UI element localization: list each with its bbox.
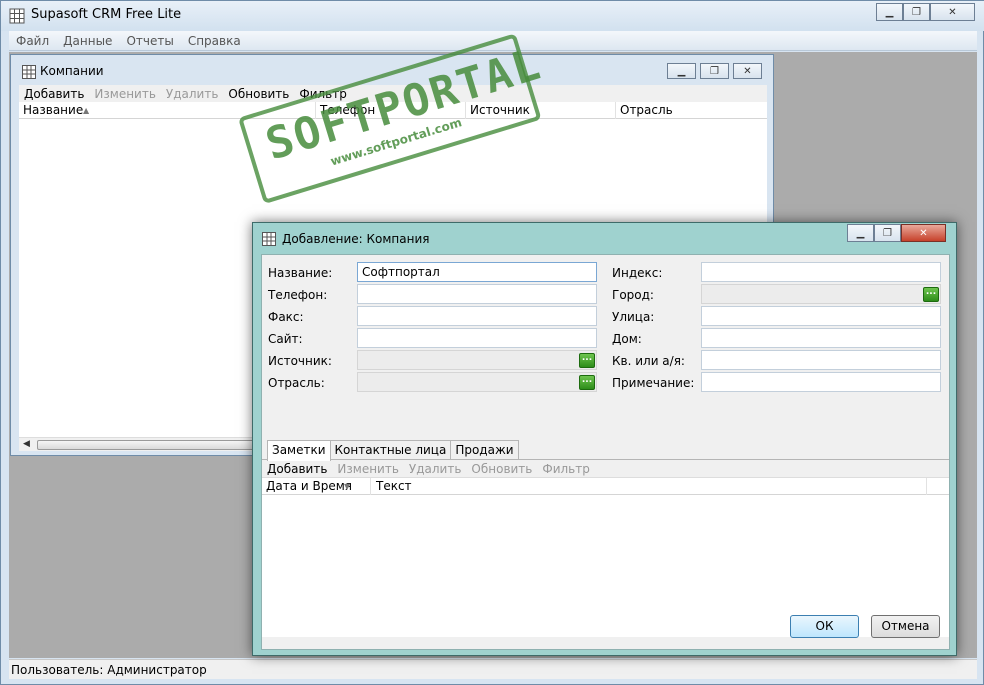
add-button[interactable]: Добавить: [19, 87, 89, 101]
industry-label: Отрасль:: [268, 376, 325, 390]
menu-file[interactable]: Файл: [9, 34, 56, 48]
industry-field[interactable]: [357, 372, 597, 392]
column-industry[interactable]: Отрасль: [620, 103, 673, 117]
industry-ellipsis-button[interactable]: ...: [579, 375, 595, 390]
menu-help[interactable]: Справка: [181, 34, 248, 48]
menu-data[interactable]: Данные: [56, 34, 119, 48]
scrollbar-thumb[interactable]: [37, 440, 267, 450]
dialog-minimize-button[interactable]: ▁: [847, 224, 874, 242]
dialog-title: Добавление: Компания: [282, 232, 430, 246]
companies-title: Компании: [40, 64, 104, 78]
minimize-icon: ▁: [885, 6, 894, 18]
name-label: Название:: [268, 266, 333, 280]
close-button[interactable]: ✕: [930, 3, 975, 21]
city-label: Город:: [612, 288, 654, 302]
dialog-close-button[interactable]: ✕: [901, 224, 946, 242]
tab-sales[interactable]: Продажи: [450, 440, 519, 460]
minimize-button[interactable]: ▁: [876, 3, 903, 21]
fax-field[interactable]: [357, 306, 597, 326]
note-field[interactable]: [701, 372, 941, 392]
site-field[interactable]: [357, 328, 597, 348]
notes-filter-button[interactable]: Фильтр: [537, 462, 594, 476]
app-title: Supasoft CRM Free Lite: [31, 7, 182, 22]
status-user: Пользователь: Администратор: [11, 663, 207, 677]
ok-button[interactable]: ОК: [790, 615, 859, 638]
tab-contacts[interactable]: Контактные лица: [329, 440, 452, 460]
column-text[interactable]: Текст: [376, 479, 412, 493]
phone-label: Телефон:: [268, 288, 328, 302]
apartment-field[interactable]: [701, 350, 941, 370]
street-label: Улица:: [612, 310, 655, 324]
companies-close-button[interactable]: ✕: [733, 63, 762, 79]
fax-label: Факс:: [268, 310, 304, 324]
delete-button[interactable]: Удалить: [161, 87, 224, 101]
grid-icon: [22, 65, 36, 79]
index-field[interactable]: [701, 262, 941, 282]
close-icon: ✕: [948, 6, 957, 18]
street-field[interactable]: [701, 306, 941, 326]
house-label: Дом:: [612, 332, 642, 346]
close-icon: ✕: [743, 65, 752, 77]
notes-grid-header: Дата и Время ▼ Текст: [262, 478, 949, 495]
notes-delete-button[interactable]: Удалить: [404, 462, 467, 476]
column-datetime[interactable]: Дата и Время: [266, 479, 352, 493]
edit-button[interactable]: Изменить: [89, 87, 161, 101]
site-label: Сайт:: [268, 332, 303, 346]
add-company-dialog: Добавление: Компания ▁ ❐ ✕ Название: Соф…: [252, 222, 957, 656]
index-label: Индекс:: [612, 266, 663, 280]
notes-add-button[interactable]: Добавить: [262, 462, 332, 476]
city-field[interactable]: [701, 284, 941, 304]
apartment-label: Кв. или а/я:: [612, 354, 685, 368]
city-ellipsis-button[interactable]: ...: [923, 287, 939, 302]
close-icon: ✕: [919, 227, 928, 239]
companies-minimize-button[interactable]: ▁: [667, 63, 696, 79]
app-grid-icon: [9, 8, 25, 24]
restore-icon: ❐: [912, 6, 921, 18]
notes-refresh-button[interactable]: Обновить: [466, 462, 537, 476]
restore-icon: ❐: [710, 65, 719, 77]
cancel-button[interactable]: Отмена: [871, 615, 940, 638]
refresh-button[interactable]: Обновить: [223, 87, 294, 101]
sort-descending-icon: ▼: [344, 482, 351, 491]
column-name[interactable]: Название: [23, 103, 83, 117]
main-titlebar[interactable]: Supasoft CRM Free Lite ▁ ❐ ✕: [1, 1, 984, 31]
companies-maximize-button[interactable]: ❐: [700, 63, 729, 79]
notes-panel: Добавить Изменить Удалить Обновить Фильт…: [262, 459, 949, 637]
house-field[interactable]: [701, 328, 941, 348]
source-field[interactable]: [357, 350, 597, 370]
source-ellipsis-button[interactable]: ...: [579, 353, 595, 368]
notes-toolbar: Добавить Изменить Удалить Обновить Фильт…: [262, 460, 949, 478]
dialog-body: Название: Софтпортал Телефон: Факс: Сайт…: [261, 254, 950, 650]
grid-icon: [262, 232, 276, 246]
minimize-icon: ▁: [856, 227, 865, 239]
sort-ascending-icon: ▲: [83, 106, 90, 115]
status-bar: Пользователь: Администратор: [9, 659, 977, 679]
minimize-icon: ▁: [677, 65, 686, 77]
source-label: Источник:: [268, 354, 332, 368]
phone-field[interactable]: [357, 284, 597, 304]
restore-icon: ❐: [883, 227, 892, 239]
note-label: Примечание:: [612, 376, 695, 390]
tab-notes[interactable]: Заметки: [267, 440, 331, 461]
dialog-tabs: Заметки Контактные лица Продажи: [267, 440, 519, 461]
scroll-left-icon[interactable]: ◀: [23, 439, 30, 449]
dialog-maximize-button[interactable]: ❐: [874, 224, 901, 242]
notes-edit-button[interactable]: Изменить: [332, 462, 404, 476]
name-field[interactable]: Софтпортал: [357, 262, 597, 282]
menu-reports[interactable]: Отчеты: [119, 34, 180, 48]
maximize-button[interactable]: ❐: [903, 3, 930, 21]
